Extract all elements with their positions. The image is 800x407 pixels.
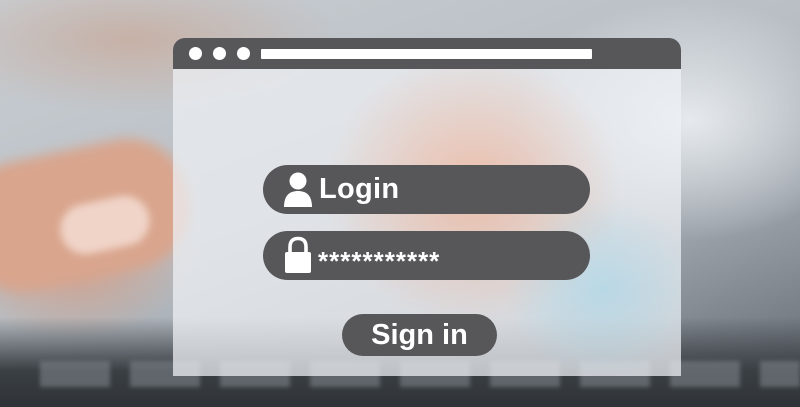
window-content: Login *********** Sign in [173, 69, 681, 376]
padlock-icon [285, 236, 311, 273]
user-icon [284, 172, 312, 207]
sign-in-button[interactable]: Sign in [342, 314, 497, 356]
login-field[interactable]: Login [263, 165, 590, 214]
browser-window: Login *********** Sign in [173, 38, 681, 376]
window-titlebar [173, 38, 681, 69]
login-field-label: Login [319, 173, 400, 205]
password-field-value: *********** [318, 246, 441, 276]
password-field[interactable]: *********** [263, 231, 590, 280]
window-dot-3[interactable] [237, 47, 250, 60]
address-bar[interactable] [261, 49, 592, 59]
window-dot-2[interactable] [213, 47, 226, 60]
window-dot-1[interactable] [189, 47, 202, 60]
